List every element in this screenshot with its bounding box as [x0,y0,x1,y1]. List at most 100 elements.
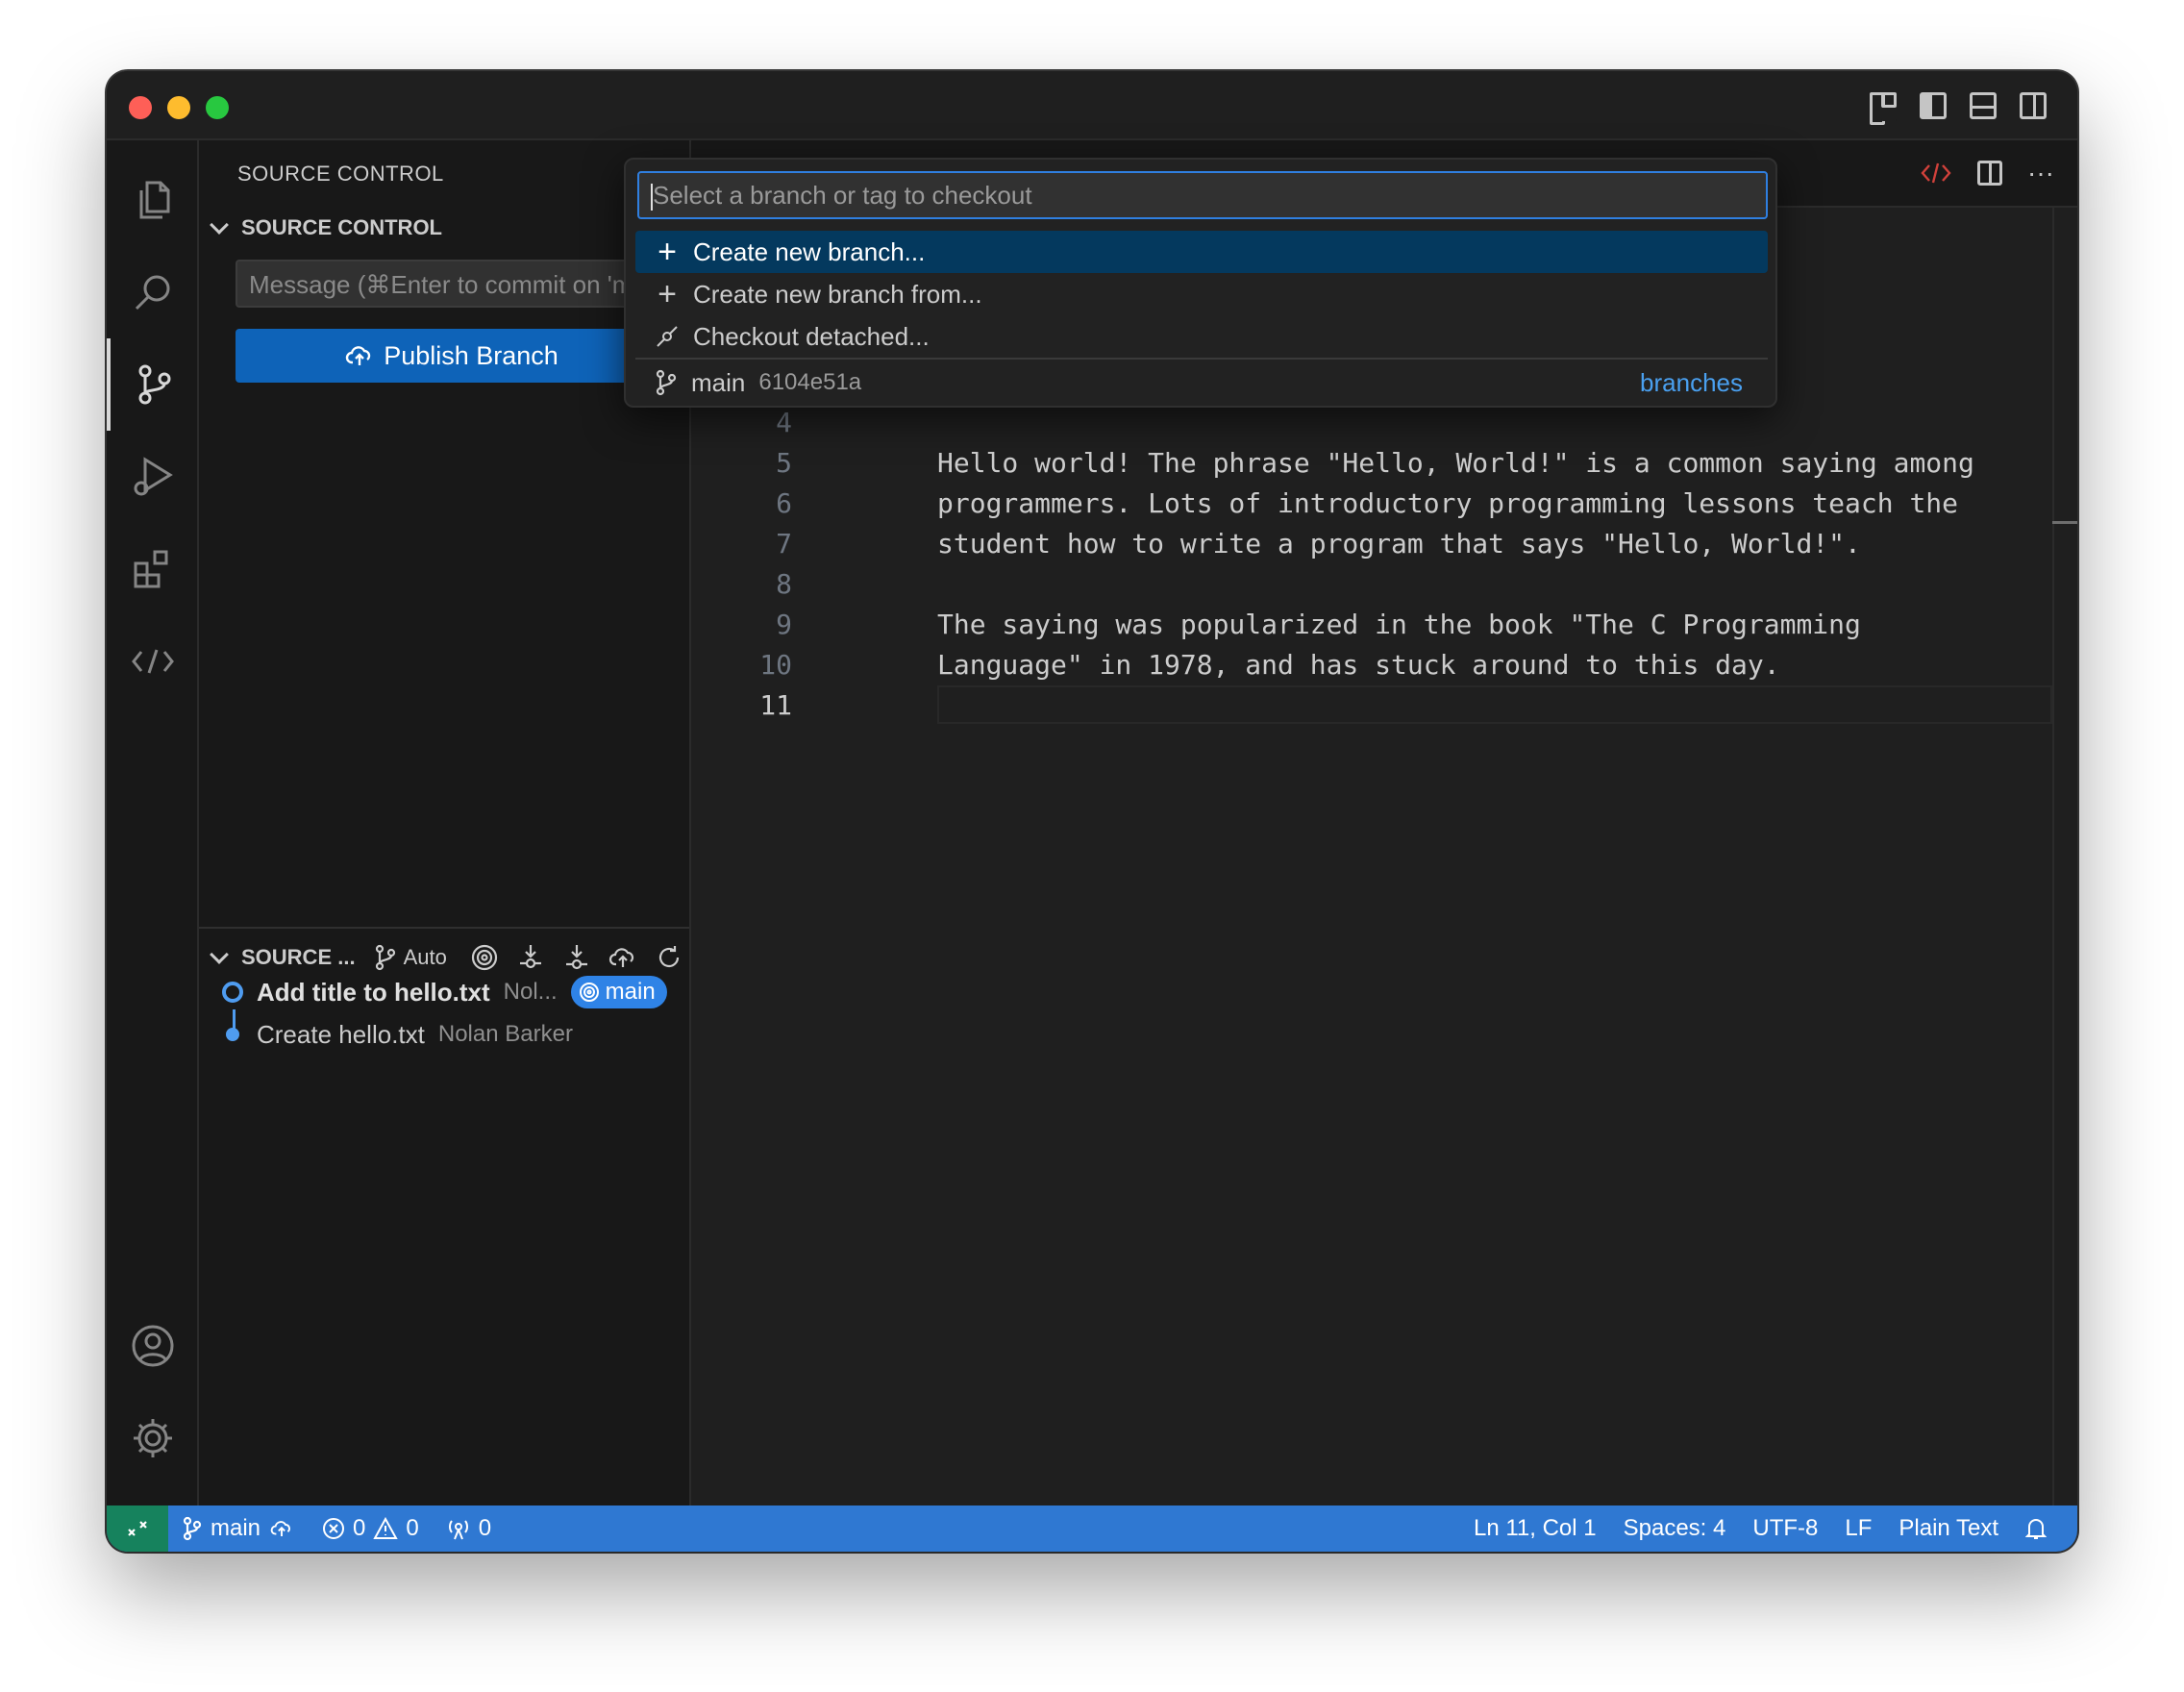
target-icon [579,983,599,1002]
line-number: 9 [776,608,792,640]
git-branch-icon [656,369,677,396]
line-content: programmers. Lots of introductory progra… [937,486,1959,519]
commit-message: Add title to hello.txt [257,977,490,1007]
remote-indicator[interactable] [107,1505,168,1552]
refresh-icon[interactable] [655,943,683,972]
status-ports[interactable]: 0 [433,1515,505,1542]
commit-node-icon [222,982,243,1003]
fetch-icon[interactable] [516,943,545,972]
line-content: Hello world! The phrase "Hello, World!" … [937,446,1974,479]
status-encoding[interactable]: UTF-8 [1739,1515,1831,1542]
line-number: 11 [759,688,792,721]
activity-bar [107,140,199,1505]
warning-icon [373,1517,399,1539]
line-content: The saying was popularized in the book "… [937,608,1861,640]
customize-layout-icon[interactable] [1870,92,1897,125]
ports-count: 0 [478,1515,492,1541]
sidebar-title: SOURCE CONTROL [237,162,444,186]
editor-scrollbar[interactable] [2052,208,2077,1505]
target-icon[interactable] [470,943,499,972]
pull-icon[interactable] [562,943,591,972]
cloud-upload-icon [346,346,371,365]
search-icon[interactable] [107,246,199,338]
open-changes-icon[interactable] [1920,159,1952,187]
branch-badge-label: main [605,979,656,1005]
line-content: student how to write a program that says… [937,527,1861,560]
create-new-branch-from-option[interactable]: + Create new branch from... [635,273,1768,315]
source-control-sidebar: SOURCE CONTROL SOURCE CONTROL Message (⌘… [199,140,691,1505]
push-cloud-icon[interactable] [608,943,637,972]
source-control-icon[interactable] [107,338,199,431]
close-window-button[interactable] [129,96,152,119]
status-branch[interactable]: main [168,1515,309,1542]
line-number: 4 [776,406,792,438]
run-debug-icon[interactable] [107,431,199,523]
maximize-window-button[interactable] [206,96,229,119]
create-new-branch-option[interactable]: + Create new branch... [635,231,1768,273]
status-language[interactable]: Plain Text [1885,1515,2012,1542]
current-line-highlight [937,685,2052,724]
branches-category-label: branches [1640,367,1743,397]
error-count: 0 [353,1515,366,1541]
plus-icon: + [658,234,677,270]
toggle-panel-icon[interactable] [1970,92,1997,119]
split-editor-icon[interactable] [1977,161,2003,186]
editor-line[interactable]: 11 [691,684,2052,725]
quick-pick-input[interactable]: Select a branch or tag to checkout [637,171,1768,219]
commit-author: Nol... [503,979,558,1005]
commit-node-icon [226,1028,239,1041]
branch-main-option[interactable]: main 6104e51a branches [635,361,1768,404]
git-commit-icon [657,326,678,347]
editor-line[interactable]: 7 student how to write a program that say… [691,523,2052,563]
status-eol[interactable]: LF [1831,1515,1885,1542]
quick-pick-separator [635,358,1768,360]
commit-message-input[interactable]: Message (⌘Enter to commit on 'main') [236,260,668,308]
section-label: SOURCE CONTROL [241,215,442,239]
option-label: Create new branch from... [693,279,982,309]
editor-line[interactable]: 6 programmers. Lots of introductory progr… [691,483,2052,523]
notifications-bell-icon[interactable] [2012,1517,2077,1540]
remote-icon [128,1521,147,1536]
line-number: 7 [776,527,792,560]
option-label: Create new branch... [693,236,926,266]
publish-branch-button[interactable]: Publish Branch [236,329,668,383]
editor-line[interactable]: 4 [691,402,2052,442]
line-number: 5 [776,446,792,479]
line-number: 10 [759,648,792,681]
broadcast-icon [448,1520,468,1540]
settings-gear-icon[interactable] [107,1392,199,1484]
line-content: Language" in 1978, and has stuck around … [937,648,1780,681]
title-bar [107,71,2077,140]
extensions-icon[interactable] [107,523,199,615]
accounts-icon[interactable] [107,1300,199,1392]
layout-controls [1870,92,2047,125]
scrollbar-marker [2052,521,2077,524]
status-cursor-position[interactable]: Ln 11, Col 1 [1460,1515,1610,1542]
toggle-primary-sidebar-icon[interactable] [1920,92,1947,119]
editor-line[interactable]: 9 The saying was popularized in the book … [691,604,2052,644]
line-number: 6 [776,486,792,519]
graph-commit-row[interactable]: Create hello.txt Nolan Barker [222,1015,573,1054]
line-number: 8 [776,567,792,600]
editor-line[interactable]: 5 Hello world! The phrase "Hello, World!"… [691,442,2052,483]
publish-cloud-icon[interactable] [268,1517,295,1540]
commit-author: Nolan Barker [437,1021,573,1047]
remote-explorer-icon[interactable] [107,615,199,708]
graph-commit-row[interactable]: Add title to hello.txt Nol... main [222,973,667,1011]
branch-quick-pick: Select a branch or tag to checkout + Cre… [624,158,1777,408]
editor-line[interactable]: 8 [691,563,2052,604]
source-control-graph-header[interactable]: SOURCE ... Auto [207,938,683,977]
toggle-secondary-sidebar-icon[interactable] [2020,92,2047,119]
source-control-section-header[interactable]: SOURCE CONTROL [207,215,442,240]
checkout-detached-option[interactable]: Checkout detached... [635,315,1768,358]
bell-icon [2025,1519,2047,1539]
status-problems[interactable]: 0 0 [309,1515,433,1542]
graph-branch-filter[interactable]: Auto [373,944,447,971]
minimize-window-button[interactable] [167,96,190,119]
more-actions-icon[interactable]: ··· [2027,158,2054,188]
status-indentation[interactable]: Spaces: 4 [1610,1515,1740,1542]
chevron-down-icon [210,945,229,964]
explorer-icon[interactable] [107,154,199,246]
plus-icon: + [658,276,677,312]
editor-line[interactable]: 10 Language" in 1978, and has stuck aroun… [691,644,2052,684]
